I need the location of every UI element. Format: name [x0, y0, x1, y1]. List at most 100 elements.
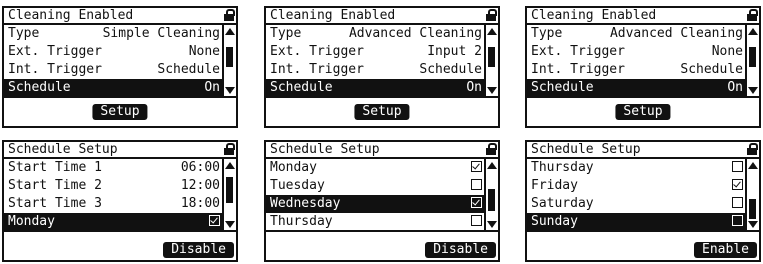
- scrollbar[interactable]: [484, 25, 498, 97]
- checkbox-unchecked[interactable]: [732, 215, 743, 226]
- row-label: Wednesday: [270, 196, 341, 211]
- row-value: Schedule: [419, 62, 482, 77]
- arrow-down-icon[interactable]: [748, 87, 758, 94]
- row-label: Type: [531, 26, 563, 41]
- screen-title: Cleaning Enabled: [4, 8, 236, 25]
- row-label: Int. Trigger: [270, 62, 364, 77]
- arrow-up-icon[interactable]: [748, 162, 758, 169]
- row-label: Thursday: [270, 214, 333, 229]
- disable-button[interactable]: Disable: [425, 242, 496, 258]
- scrollbar[interactable]: [745, 159, 759, 231]
- title-text: Cleaning Enabled: [8, 8, 134, 23]
- scroll-thumb[interactable]: [226, 177, 233, 203]
- checkbox-checked[interactable]: [471, 161, 482, 172]
- menu-row-type[interactable]: Type Advanced Cleaning: [266, 25, 486, 43]
- screen-title: Cleaning Enabled: [527, 8, 759, 25]
- row-label: Int. Trigger: [8, 62, 102, 77]
- menu-row-saturday[interactable]: Saturday: [527, 195, 747, 213]
- scroll-thumb[interactable]: [749, 199, 756, 219]
- title-text: Cleaning Enabled: [270, 8, 396, 23]
- menu-row-int-trigger[interactable]: Int. Trigger Schedule: [266, 61, 486, 79]
- menu-row-tuesday[interactable]: Tuesday: [266, 177, 486, 195]
- menu-row-schedule[interactable]: Schedule On: [266, 79, 486, 97]
- soft-key-bar: Enable: [527, 230, 759, 260]
- row-value: On: [204, 80, 220, 95]
- screen-title: Schedule Setup: [527, 142, 759, 159]
- arrow-down-icon[interactable]: [225, 87, 235, 94]
- menu-row-type[interactable]: Type Advanced Cleaning: [527, 25, 747, 43]
- row-label: Schedule: [270, 80, 333, 95]
- menu-row-ext-trigger[interactable]: Ext. Trigger Input 2: [266, 43, 486, 61]
- menu-row-start-time-3[interactable]: Start Time 3 18:00: [4, 195, 224, 213]
- menu-row-friday[interactable]: Friday: [527, 177, 747, 195]
- row-label: Ext. Trigger: [531, 44, 625, 59]
- arrow-up-icon[interactable]: [487, 162, 497, 169]
- menu-row-start-time-1[interactable]: Start Time 1 06:00: [4, 159, 224, 177]
- lock-icon: [747, 143, 758, 155]
- menu-row-monday[interactable]: Monday: [4, 213, 224, 231]
- row-label: Schedule: [531, 80, 594, 95]
- row-label: Sunday: [531, 214, 578, 229]
- row-label: Tuesday: [270, 178, 325, 193]
- screen-title: Schedule Setup: [4, 142, 236, 159]
- row-label: Monday: [270, 160, 317, 175]
- menu-row-schedule[interactable]: Schedule On: [527, 79, 747, 97]
- row-value: Schedule: [157, 62, 220, 77]
- soft-key-bar: Setup: [4, 96, 236, 126]
- scroll-thumb[interactable]: [749, 47, 756, 67]
- menu-row-monday[interactable]: Monday: [266, 159, 486, 177]
- arrow-down-icon[interactable]: [225, 221, 235, 228]
- enable-button[interactable]: Enable: [694, 242, 757, 258]
- arrow-up-icon[interactable]: [225, 162, 235, 169]
- screen-cleaning-simple: Cleaning Enabled Type Simple Cleaning Ext…: [2, 6, 238, 128]
- arrow-down-icon[interactable]: [748, 221, 758, 228]
- setup-button[interactable]: Setup: [354, 104, 410, 120]
- menu-row-wednesday[interactable]: Wednesday: [266, 195, 486, 213]
- checkbox-unchecked[interactable]: [471, 179, 482, 190]
- checkbox-checked[interactable]: [471, 197, 482, 208]
- menu-row-start-time-2[interactable]: Start Time 2 12:00: [4, 177, 224, 195]
- scroll-thumb[interactable]: [488, 47, 495, 67]
- checkbox-unchecked[interactable]: [732, 161, 743, 172]
- lock-icon: [486, 143, 497, 155]
- setup-button[interactable]: Setup: [92, 104, 148, 120]
- lock-icon: [747, 9, 758, 21]
- menu-row-int-trigger[interactable]: Int. Trigger Schedule: [527, 61, 747, 79]
- menu-row-thursday[interactable]: Thursday: [527, 159, 747, 177]
- row-label: Type: [8, 26, 40, 41]
- setup-button[interactable]: Setup: [615, 104, 671, 120]
- checkbox-checked[interactable]: [732, 179, 743, 190]
- scrollbar[interactable]: [484, 159, 498, 231]
- lock-icon: [224, 9, 235, 21]
- scroll-thumb[interactable]: [488, 189, 495, 211]
- menu-row-schedule[interactable]: Schedule On: [4, 79, 224, 97]
- checkbox-unchecked[interactable]: [732, 197, 743, 208]
- scrollbar[interactable]: [222, 159, 236, 231]
- checkbox-unchecked[interactable]: [471, 215, 482, 226]
- disable-button[interactable]: Disable: [163, 242, 234, 258]
- row-label: Saturday: [531, 196, 594, 211]
- menu-row-sunday[interactable]: Sunday: [527, 213, 747, 231]
- scroll-thumb[interactable]: [226, 47, 233, 67]
- soft-key-bar: Disable: [266, 230, 498, 260]
- menu-row-ext-trigger[interactable]: Ext. Trigger None: [4, 43, 224, 61]
- row-label: Type: [270, 26, 302, 41]
- menu-row-int-trigger[interactable]: Int. Trigger Schedule: [4, 61, 224, 79]
- scrollbar[interactable]: [745, 25, 759, 97]
- screen-title: Schedule Setup: [266, 142, 498, 159]
- arrow-down-icon[interactable]: [487, 221, 497, 228]
- row-label: Thursday: [531, 160, 594, 175]
- menu-row-ext-trigger[interactable]: Ext. Trigger None: [527, 43, 747, 61]
- menu-row-thursday[interactable]: Thursday: [266, 213, 486, 231]
- soft-key-bar: Setup: [527, 96, 759, 126]
- menu-row-type[interactable]: Type Simple Cleaning: [4, 25, 224, 43]
- soft-key-bar: Setup: [266, 96, 498, 126]
- checkbox-checked[interactable]: [209, 215, 220, 226]
- row-label: Friday: [531, 178, 578, 193]
- arrow-up-icon[interactable]: [487, 28, 497, 35]
- arrow-up-icon[interactable]: [225, 28, 235, 35]
- row-label: Int. Trigger: [531, 62, 625, 77]
- arrow-down-icon[interactable]: [487, 87, 497, 94]
- arrow-up-icon[interactable]: [748, 28, 758, 35]
- scrollbar[interactable]: [222, 25, 236, 97]
